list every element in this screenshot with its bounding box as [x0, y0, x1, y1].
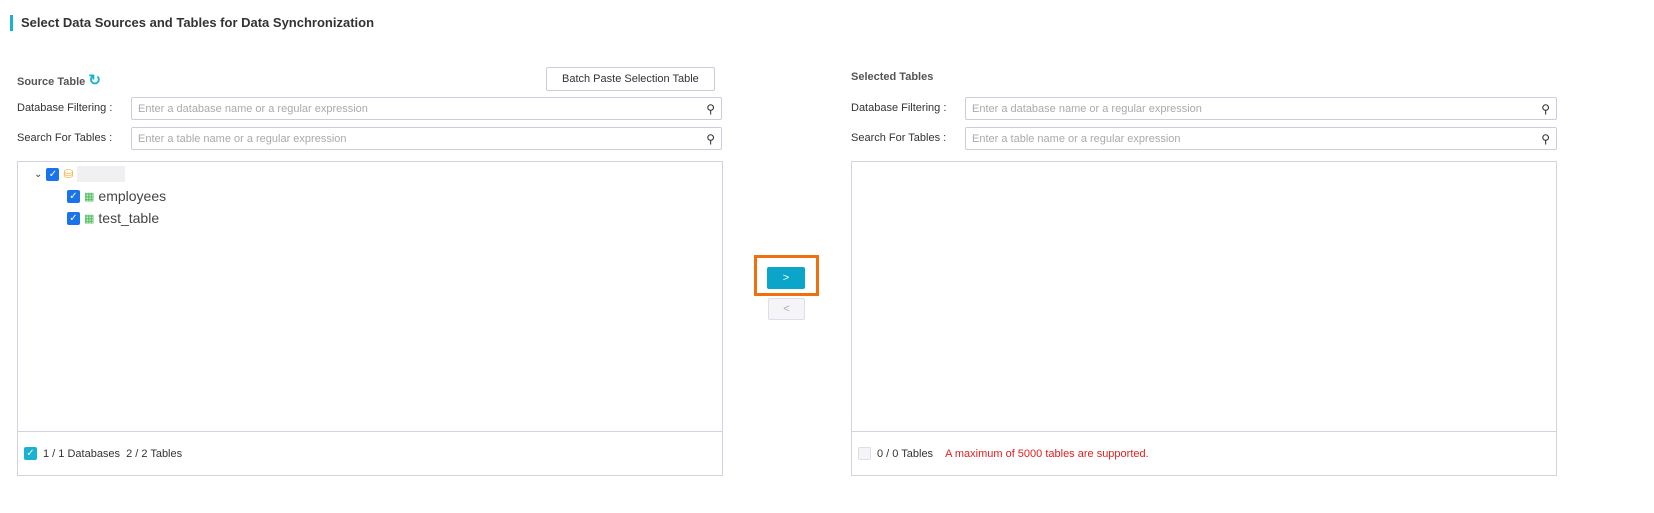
source-heading-text: Source Table	[17, 76, 86, 88]
database-checkbox[interactable]: ✓	[46, 167, 60, 181]
table-search-label: Search For Tables :	[851, 132, 947, 144]
table-node[interactable]: ✓ ▦ employees	[67, 188, 166, 204]
refresh-icon[interactable]: ↻	[88, 72, 101, 89]
db-filter-input[interactable]: Enter a database name or a regular expre…	[131, 97, 722, 120]
select-all-checkbox[interactable]: ✓	[24, 447, 37, 460]
search-icon[interactable]: ⚲	[1541, 102, 1550, 116]
table-icon: ▦	[84, 212, 95, 225]
placeholder: Enter a table name or a regular expressi…	[138, 133, 347, 145]
source-tree: ⌄ ✓ ⛁ ✓ ▦ employees ✓ ▦ test_table ✓ 1 /…	[17, 161, 723, 476]
move-left-button[interactable]: <	[768, 298, 805, 320]
search-icon[interactable]: ⚲	[706, 132, 715, 146]
search-icon[interactable]: ⚲	[1541, 132, 1550, 146]
table-count: 2 / 2 Tables	[126, 447, 183, 460]
search-icon[interactable]: ⚲	[706, 102, 715, 116]
page-title: Select Data Sources and Tables for Data …	[10, 15, 374, 31]
selected-db-filter-input[interactable]: Enter a database name or a regular expre…	[965, 97, 1557, 120]
table-search-label: Search For Tables :	[17, 132, 113, 144]
selected-tables-heading: Selected Tables	[851, 71, 934, 83]
select-all-checkbox[interactable]	[858, 447, 871, 460]
source-table-heading: Source Table ↻	[17, 71, 101, 89]
db-filter-label: Database Filtering :	[17, 102, 113, 114]
table-name: test_table	[98, 210, 160, 226]
db-filter-label: Database Filtering :	[851, 102, 947, 114]
table-checkbox[interactable]: ✓	[67, 189, 80, 203]
selected-table-search-input[interactable]: Enter a table name or a regular expressi…	[965, 127, 1557, 150]
max-tables-warning: A maximum of 5000 tables are supported.	[945, 447, 1149, 460]
selected-list: 0 / 0 Tables A maximum of 5000 tables ar…	[851, 161, 1557, 476]
source-footer: ✓ 1 / 1 Databases 2 / 2 Tables	[18, 431, 722, 475]
table-node[interactable]: ✓ ▦ test_table	[67, 210, 159, 226]
selected-footer: 0 / 0 Tables A maximum of 5000 tables ar…	[852, 431, 1556, 475]
batch-paste-button[interactable]: Batch Paste Selection Table	[546, 67, 715, 91]
chevron-down-icon[interactable]: ⌄	[34, 169, 42, 180]
placeholder: Enter a database name or a regular expre…	[972, 103, 1202, 115]
table-name: employees	[98, 188, 167, 204]
table-search-input[interactable]: Enter a table name or a regular expressi…	[131, 127, 722, 150]
placeholder: Enter a table name or a regular expressi…	[972, 133, 1181, 145]
database-count: 1 / 1 Databases	[43, 447, 121, 460]
database-name-redacted	[77, 166, 126, 182]
move-right-button[interactable]: >	[767, 267, 805, 289]
table-icon: ▦	[84, 190, 95, 203]
table-count: 0 / 0 Tables	[877, 447, 934, 460]
table-checkbox[interactable]: ✓	[67, 211, 80, 225]
placeholder: Enter a database name or a regular expre…	[138, 103, 368, 115]
database-icon: ⛁	[63, 167, 74, 181]
database-node[interactable]: ⌄ ✓ ⛁	[34, 166, 126, 182]
